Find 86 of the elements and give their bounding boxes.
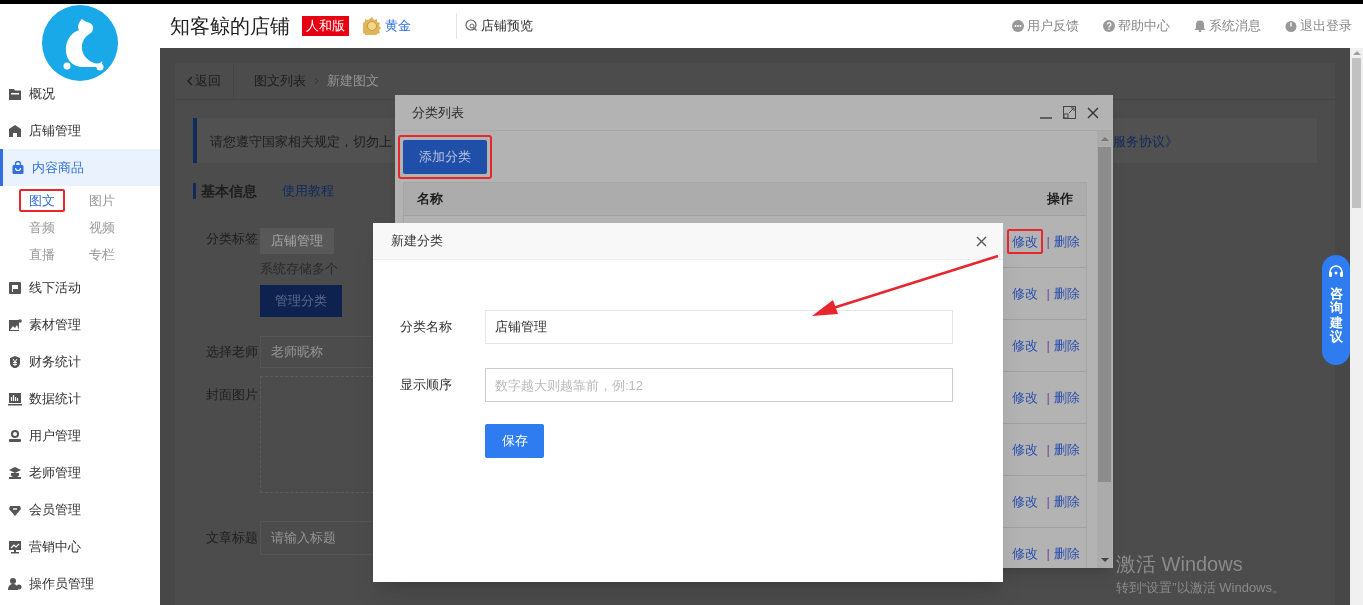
- sidebar-subitem[interactable]: 图片: [79, 189, 125, 212]
- add-category-button[interactable]: 添加分类: [403, 140, 487, 174]
- sidebar-subitem[interactable]: 音频: [19, 216, 65, 239]
- edit-link[interactable]: 修改: [1006, 333, 1043, 358]
- consult-button[interactable]: 咨询建议: [1322, 255, 1350, 365]
- action-separator: |: [1046, 388, 1050, 407]
- people-icon: [8, 576, 22, 591]
- breadcrumb-current: 新建图文: [327, 72, 379, 91]
- action-separator: |: [1046, 232, 1050, 251]
- sidebar-item[interactable]: 营销中心: [0, 528, 160, 565]
- person-icon: [8, 428, 22, 443]
- sidebar-item[interactable]: 会员管理: [0, 491, 160, 528]
- dialog-title: 新建分类: [391, 232, 443, 251]
- close-icon: [1087, 106, 1099, 119]
- delete-link[interactable]: 删除: [1054, 283, 1080, 304]
- chevron-left-icon: [187, 76, 193, 86]
- monitor-chart-icon: [8, 539, 22, 554]
- preview-link[interactable]: 店铺预览: [465, 16, 533, 36]
- form-label: 显示顺序: [400, 376, 453, 395]
- display-order-field[interactable]: 数字越大则越靠前，例:12: [485, 368, 953, 402]
- power-icon: [1285, 20, 1297, 32]
- membership-level: 黄金: [385, 17, 411, 36]
- header-link[interactable]: 退出登录: [1285, 16, 1352, 36]
- sidebar-item[interactable]: 用户管理: [0, 417, 160, 454]
- activation-text: 转到“设置”以激活 Windows。: [1116, 579, 1285, 597]
- form-label: 分类名称: [400, 318, 453, 337]
- edit-link[interactable]: 修改: [1006, 489, 1043, 514]
- action-separator: |: [1046, 440, 1050, 459]
- delete-link[interactable]: 删除: [1054, 335, 1080, 356]
- action-separator: |: [1046, 492, 1050, 511]
- header-link[interactable]: 帮助中心: [1103, 16, 1170, 36]
- save-button[interactable]: 保存: [485, 424, 544, 458]
- sidebar-item[interactable]: 店铺管理: [0, 112, 160, 149]
- sidebar-item[interactable]: 财务统计: [0, 343, 160, 380]
- close-icon: [976, 235, 987, 247]
- shield-icon: [8, 354, 22, 369]
- edit-link[interactable]: 修改: [1006, 281, 1043, 306]
- action-separator: |: [1046, 336, 1050, 355]
- edit-link[interactable]: 修改: [1006, 541, 1043, 566]
- category-tag: 店铺管理: [260, 228, 334, 254]
- column-header: 操作: [1047, 190, 1073, 209]
- minimize-icon: [1040, 116, 1052, 119]
- sidebar-item[interactable]: 老师管理: [0, 454, 160, 491]
- sidebar-subitem[interactable]: 图文: [19, 189, 65, 212]
- folder-icon: [8, 86, 22, 101]
- chevron-right-icon: [314, 77, 319, 85]
- shop-name: 知客鲸的店铺: [170, 14, 290, 39]
- header-link[interactable]: 用户反馈: [1012, 16, 1079, 36]
- sidebar-item[interactable]: 数据统计: [0, 380, 160, 417]
- edit-link[interactable]: 修改: [1006, 229, 1043, 254]
- delete-link[interactable]: 删除: [1054, 491, 1080, 512]
- picture-icon: [8, 317, 22, 332]
- bar-chart-icon: [8, 391, 22, 406]
- delete-link[interactable]: 删除: [1054, 439, 1080, 460]
- delete-link[interactable]: 删除: [1054, 231, 1080, 252]
- sidebar-item[interactable]: 概况: [0, 75, 160, 112]
- headset-icon: [1328, 264, 1344, 280]
- medal-icon: [363, 17, 381, 35]
- bell-icon: [1194, 20, 1206, 32]
- action-separator: |: [1046, 284, 1050, 303]
- sidebar-subitem[interactable]: 视频: [79, 216, 125, 239]
- sidebar-item[interactable]: 操作员管理: [0, 565, 160, 602]
- maximize-icon: [1063, 106, 1076, 119]
- sidebar-item[interactable]: 素材管理: [0, 306, 160, 343]
- preview-icon: [465, 19, 479, 33]
- sidebar-subitem[interactable]: 直播: [19, 243, 65, 266]
- edit-link[interactable]: 修改: [1006, 385, 1043, 410]
- delete-link[interactable]: 删除: [1054, 387, 1080, 408]
- chat-icon: [1012, 20, 1024, 32]
- edit-link[interactable]: 修改: [1006, 437, 1043, 462]
- edition-badge: 人和版: [302, 16, 349, 36]
- sidebar-item[interactable]: 内容商品: [0, 149, 160, 186]
- column-header: 名称: [417, 190, 443, 209]
- sidebar-subitem[interactable]: 专栏: [79, 243, 125, 266]
- manage-category-button[interactable]: 管理分类: [260, 284, 342, 317]
- help-icon: [1103, 20, 1115, 32]
- category-name-field[interactable]: 店铺管理: [485, 310, 953, 344]
- delete-link[interactable]: 删除: [1054, 543, 1080, 564]
- house-icon: [8, 123, 22, 138]
- sidebar-item[interactable]: 线下活动: [0, 269, 160, 306]
- dialog-title: 分类列表: [412, 103, 464, 122]
- header-link[interactable]: 系统消息: [1194, 16, 1261, 36]
- action-separator: |: [1046, 544, 1050, 563]
- activation-title: 激活 Windows: [1116, 552, 1244, 576]
- flag-icon: [8, 280, 22, 295]
- bag-icon: [11, 160, 25, 175]
